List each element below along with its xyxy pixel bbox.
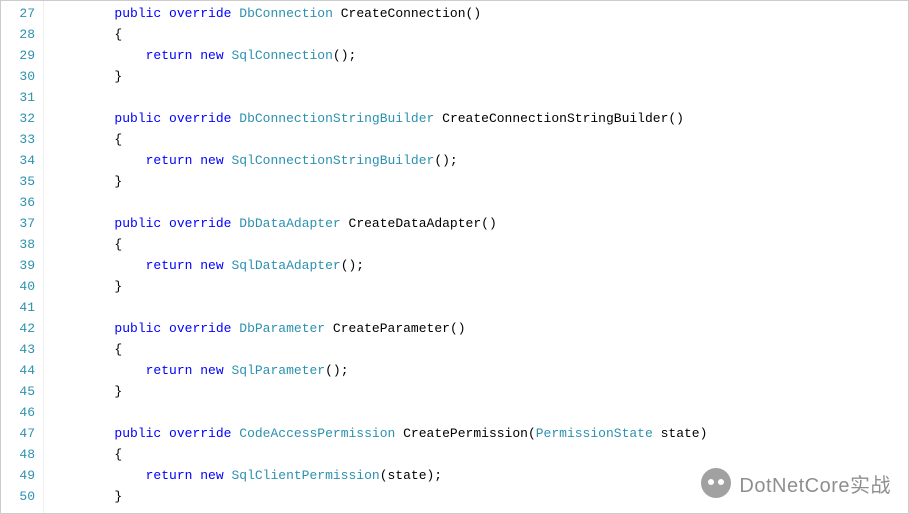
code-line[interactable] xyxy=(52,297,707,318)
line-number: 33 xyxy=(7,129,35,150)
code-line[interactable]: return new SqlClientPermission(state); xyxy=(52,465,707,486)
code-line[interactable]: } xyxy=(52,171,707,192)
code-line[interactable]: { xyxy=(52,129,707,150)
line-number: 35 xyxy=(7,171,35,192)
code-line[interactable]: { xyxy=(52,444,707,465)
line-number: 49 xyxy=(7,465,35,486)
line-number: 45 xyxy=(7,381,35,402)
line-number: 44 xyxy=(7,360,35,381)
code-line[interactable]: public override DbConnection CreateConne… xyxy=(52,3,707,24)
line-number: 50 xyxy=(7,486,35,507)
code-line[interactable]: return new SqlConnection(); xyxy=(52,45,707,66)
line-number: 30 xyxy=(7,66,35,87)
code-line[interactable]: public override CodeAccessPermission Cre… xyxy=(52,423,707,444)
line-number: 42 xyxy=(7,318,35,339)
line-number: 41 xyxy=(7,297,35,318)
code-line[interactable]: return new SqlParameter(); xyxy=(52,360,707,381)
line-number: 38 xyxy=(7,234,35,255)
code-line[interactable] xyxy=(52,402,707,423)
line-number: 40 xyxy=(7,276,35,297)
code-line[interactable]: return new SqlDataAdapter(); xyxy=(52,255,707,276)
line-number: 31 xyxy=(7,87,35,108)
code-line[interactable] xyxy=(52,192,707,213)
line-number: 46 xyxy=(7,402,35,423)
code-line[interactable]: { xyxy=(52,339,707,360)
code-line[interactable] xyxy=(52,87,707,108)
line-number: 34 xyxy=(7,150,35,171)
code-line[interactable]: { xyxy=(52,24,707,45)
code-editor[interactable]: 2728293031323334353637383940414243444546… xyxy=(0,0,909,514)
line-number: 48 xyxy=(7,444,35,465)
code-line[interactable]: } xyxy=(52,381,707,402)
code-line[interactable]: public override DbParameter CreateParame… xyxy=(52,318,707,339)
line-number: 32 xyxy=(7,108,35,129)
code-line[interactable]: } xyxy=(52,276,707,297)
code-line[interactable]: { xyxy=(52,234,707,255)
code-line[interactable]: public override DbConnectionStringBuilde… xyxy=(52,108,707,129)
line-number-gutter: 2728293031323334353637383940414243444546… xyxy=(1,1,44,513)
line-number: 28 xyxy=(7,24,35,45)
line-number: 36 xyxy=(7,192,35,213)
line-number: 43 xyxy=(7,339,35,360)
code-line[interactable]: } xyxy=(52,486,707,507)
code-line[interactable]: } xyxy=(52,66,707,87)
code-line[interactable]: return new SqlConnectionStringBuilder(); xyxy=(52,150,707,171)
line-number: 39 xyxy=(7,255,35,276)
code-line[interactable]: public override DbDataAdapter CreateData… xyxy=(52,213,707,234)
line-number: 27 xyxy=(7,3,35,24)
line-number: 47 xyxy=(7,423,35,444)
line-number: 37 xyxy=(7,213,35,234)
code-content[interactable]: public override DbConnection CreateConne… xyxy=(44,1,707,513)
line-number: 29 xyxy=(7,45,35,66)
